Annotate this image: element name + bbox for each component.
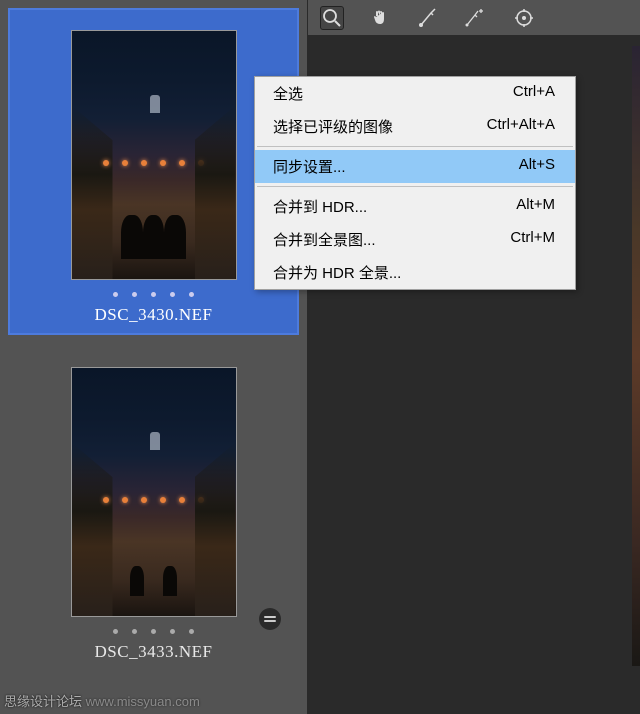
menu-label: 选择已评级的图像 bbox=[273, 116, 393, 137]
thumbnail-filename: DSC_3433.NEF bbox=[16, 642, 291, 662]
menu-divider bbox=[257, 146, 573, 147]
menu-item-merge-hdr-panorama[interactable]: 合并为 HDR 全景... bbox=[255, 256, 575, 289]
preview-image-edge bbox=[632, 46, 640, 666]
rating-dots[interactable] bbox=[16, 629, 291, 634]
context-menu: 全选 Ctrl+A 选择已评级的图像 Ctrl+Alt+A 同步设置... Al… bbox=[254, 76, 576, 290]
zoom-tool-icon[interactable] bbox=[320, 6, 344, 30]
menu-shortcut: Ctrl+M bbox=[510, 229, 555, 250]
watermark-text: 思缘设计论坛 www.missyuan.com bbox=[4, 691, 200, 710]
menu-label: 全选 bbox=[273, 83, 303, 104]
menu-label: 合并到 HDR... bbox=[273, 196, 367, 217]
menu-shortcut: Alt+M bbox=[516, 196, 555, 217]
rating-dots[interactable] bbox=[18, 292, 289, 297]
thumbnail-image[interactable] bbox=[71, 30, 237, 280]
menu-label: 合并为 HDR 全景... bbox=[273, 262, 401, 283]
menu-item-merge-panorama[interactable]: 合并到全景图... Ctrl+M bbox=[255, 223, 575, 256]
menu-item-merge-hdr[interactable]: 合并到 HDR... Alt+M bbox=[255, 190, 575, 223]
settings-badge-icon bbox=[259, 608, 281, 630]
menu-shortcut: Ctrl+A bbox=[513, 83, 555, 104]
preview-toolbar bbox=[308, 0, 640, 36]
menu-item-select-all[interactable]: 全选 Ctrl+A bbox=[255, 77, 575, 110]
thumbnail-card-2[interactable]: DSC_3433.NEF bbox=[8, 347, 299, 670]
color-sampler-tool-icon[interactable] bbox=[464, 6, 488, 30]
target-adjustment-tool-icon[interactable] bbox=[512, 6, 536, 30]
menu-shortcut: Alt+S bbox=[519, 156, 555, 177]
menu-item-select-rated[interactable]: 选择已评级的图像 Ctrl+Alt+A bbox=[255, 110, 575, 143]
menu-shortcut: Ctrl+Alt+A bbox=[487, 116, 555, 137]
thumbnail-image[interactable] bbox=[71, 367, 237, 617]
menu-label: 同步设置... bbox=[273, 156, 346, 177]
white-balance-tool-icon[interactable] bbox=[416, 6, 440, 30]
menu-divider bbox=[257, 186, 573, 187]
menu-item-sync-settings[interactable]: 同步设置... Alt+S bbox=[255, 150, 575, 183]
thumbnail-filename: DSC_3430.NEF bbox=[18, 305, 289, 325]
menu-label: 合并到全景图... bbox=[273, 229, 376, 250]
hand-tool-icon[interactable] bbox=[368, 6, 392, 30]
